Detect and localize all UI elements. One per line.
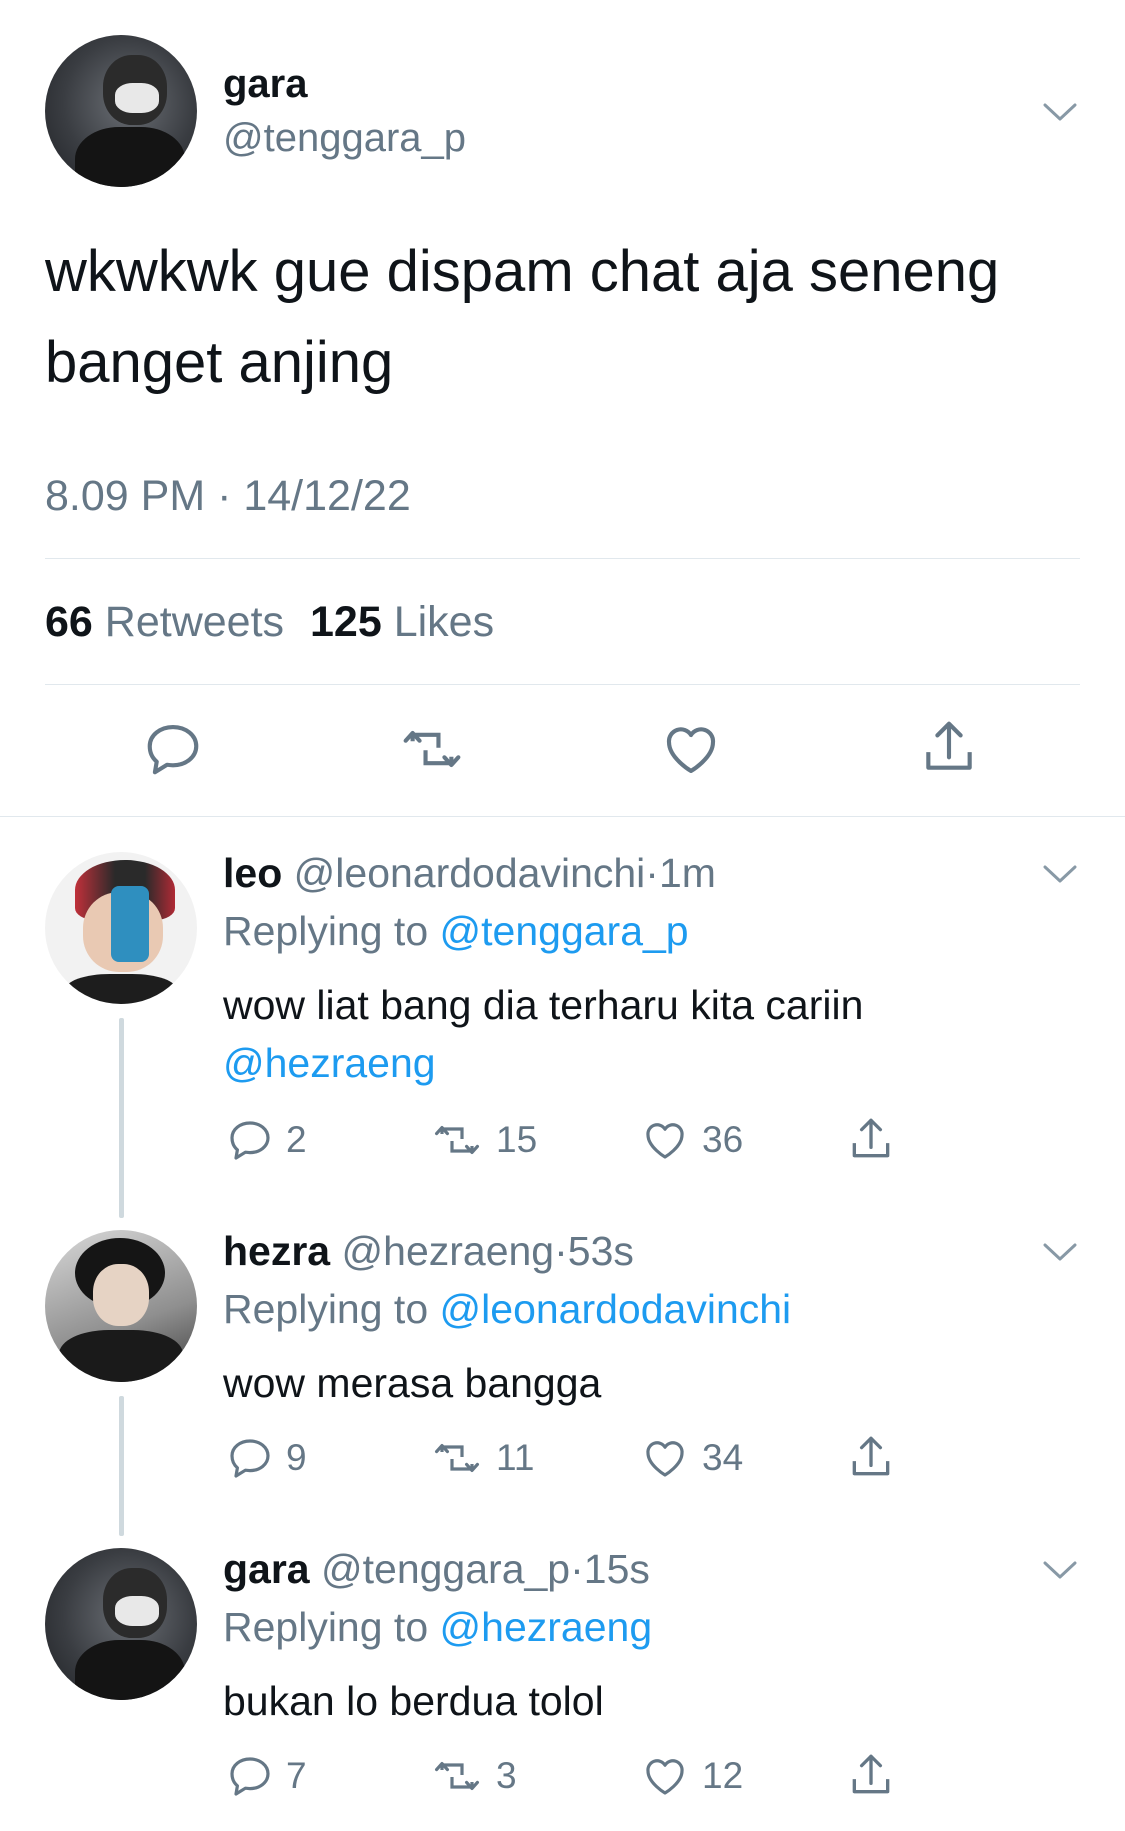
share-icon[interactable] (918, 716, 980, 778)
replying-label: Replying to (223, 1604, 429, 1650)
share-icon[interactable] (846, 1750, 896, 1800)
avatar[interactable] (45, 1230, 197, 1382)
chevron-down-icon[interactable] (1043, 864, 1077, 884)
avatar-jacket (75, 1640, 185, 1700)
reply-action[interactable]: 9 (226, 1434, 307, 1482)
likes-label: Likes (393, 598, 495, 646)
retweet-action[interactable]: 11 (430, 1434, 534, 1482)
like-action[interactable]: 34 (640, 1434, 743, 1482)
replying-to: Replying to @hezraeng (223, 1604, 652, 1651)
divider (45, 558, 1080, 559)
reply-action[interactable]: 7 (226, 1752, 307, 1800)
author-display-name[interactable]: leo (223, 850, 282, 896)
share-icon[interactable] (846, 1114, 896, 1164)
reply-header: gara @tenggara_p·15s (223, 1546, 650, 1593)
tweet-time[interactable]: 15s (584, 1546, 650, 1592)
tweet-timestamp: 8.09 PM · 14/12/22 (45, 472, 411, 520)
replying-to-link[interactable]: @tenggara_p (440, 908, 689, 954)
tweet-text-line1: wkwkwk gue dispam chat aja seneng (45, 239, 1000, 304)
like-icon[interactable] (660, 718, 722, 780)
retweet-count: 3 (496, 1755, 517, 1796)
like-icon[interactable] (640, 1116, 690, 1164)
reply-count: 9 (286, 1437, 307, 1478)
like-icon[interactable] (640, 1752, 690, 1800)
avatar-mask (115, 83, 159, 113)
reply-icon[interactable] (142, 718, 204, 780)
reply-header: hezra @hezraeng·53s (223, 1228, 634, 1275)
avatar[interactable] (45, 852, 197, 1004)
reply-icon[interactable] (226, 1752, 274, 1800)
reply-text-line1: bukan lo berdua tolol (223, 1678, 604, 1724)
replying-to: Replying to @leonardodavinchi (223, 1286, 791, 1333)
tweet-time[interactable]: 1m (659, 850, 716, 896)
retweet-icon[interactable] (430, 1752, 484, 1800)
like-count: 12 (702, 1755, 744, 1796)
chevron-down-icon[interactable] (1043, 102, 1077, 122)
retweet-count: 11 (496, 1437, 535, 1478)
thread-line (119, 1018, 124, 1218)
avatar-phone (111, 886, 149, 962)
avatar-jacket (75, 127, 185, 187)
author-handle[interactable]: @tenggara_p (321, 1546, 570, 1592)
author-display-name[interactable]: gara (223, 1546, 310, 1592)
reply-text-line1: wow merasa bangga (223, 1360, 602, 1406)
retweet-count: 15 (496, 1119, 538, 1160)
replying-to-link[interactable]: @leonardodavinchi (440, 1286, 792, 1332)
like-action[interactable]: 12 (640, 1752, 743, 1800)
share-icon[interactable] (846, 1432, 896, 1482)
separator-dot: · (554, 1228, 568, 1274)
author-display-name[interactable]: gara (223, 62, 308, 107)
like-icon[interactable] (640, 1434, 690, 1482)
author-display-name[interactable]: hezra (223, 1228, 330, 1274)
reply-count: 7 (286, 1755, 307, 1796)
avatar[interactable] (45, 35, 197, 187)
reply-text-line1: wow liat bang dia terharu kita cariin (223, 982, 864, 1028)
retweet-action[interactable]: 3 (430, 1752, 517, 1800)
like-action[interactable]: 36 (640, 1116, 743, 1164)
like-count: 34 (702, 1437, 744, 1478)
reply-icon[interactable] (226, 1434, 274, 1482)
separator-dot: · (645, 850, 659, 896)
retweet-icon[interactable] (398, 718, 466, 780)
author-handle[interactable]: @hezraeng (342, 1228, 555, 1274)
retweets-count: 66 (45, 598, 93, 646)
author-handle[interactable]: @tenggara_p (223, 116, 466, 161)
author-handle[interactable]: @leonardodavinchi (294, 850, 646, 896)
retweet-icon[interactable] (430, 1434, 484, 1482)
replying-label: Replying to (223, 908, 429, 954)
divider (45, 684, 1080, 685)
chevron-down-icon[interactable] (1043, 1242, 1077, 1262)
divider (0, 816, 1125, 817)
avatar-face (93, 1264, 149, 1326)
retweets-stat[interactable]: 66 Retweets (45, 598, 296, 646)
engagement-stats: 66 Retweets 125 Likes (45, 598, 494, 647)
thread-line (119, 1396, 124, 1536)
retweet-icon[interactable] (430, 1116, 484, 1164)
reply-header: leo @leonardodavinchi·1m (223, 850, 716, 897)
tweet-text-line2: banget anjing (45, 330, 394, 395)
avatar-mask (115, 1596, 159, 1626)
avatar[interactable] (45, 1548, 197, 1700)
reply-icon[interactable] (226, 1116, 274, 1164)
separator-dot: · (570, 1546, 584, 1592)
avatar-shirt (65, 974, 177, 1004)
replying-to: Replying to @tenggara_p (223, 908, 689, 955)
avatar-jacket (59, 1330, 183, 1382)
likes-count: 125 (310, 598, 382, 646)
replying-to-link[interactable]: @hezraeng (440, 1604, 653, 1650)
tweet-time[interactable]: 53s (568, 1228, 634, 1274)
reply-count: 2 (286, 1119, 307, 1160)
retweet-action[interactable]: 15 (430, 1116, 537, 1164)
mention-link[interactable]: @hezraeng (223, 1040, 436, 1087)
reply-action[interactable]: 2 (226, 1116, 307, 1164)
retweets-label: Retweets (104, 598, 285, 646)
like-count: 36 (702, 1119, 744, 1160)
replying-label: Replying to (223, 1286, 429, 1332)
likes-stat[interactable]: 125 Likes (310, 598, 494, 646)
chevron-down-icon[interactable] (1043, 1560, 1077, 1580)
